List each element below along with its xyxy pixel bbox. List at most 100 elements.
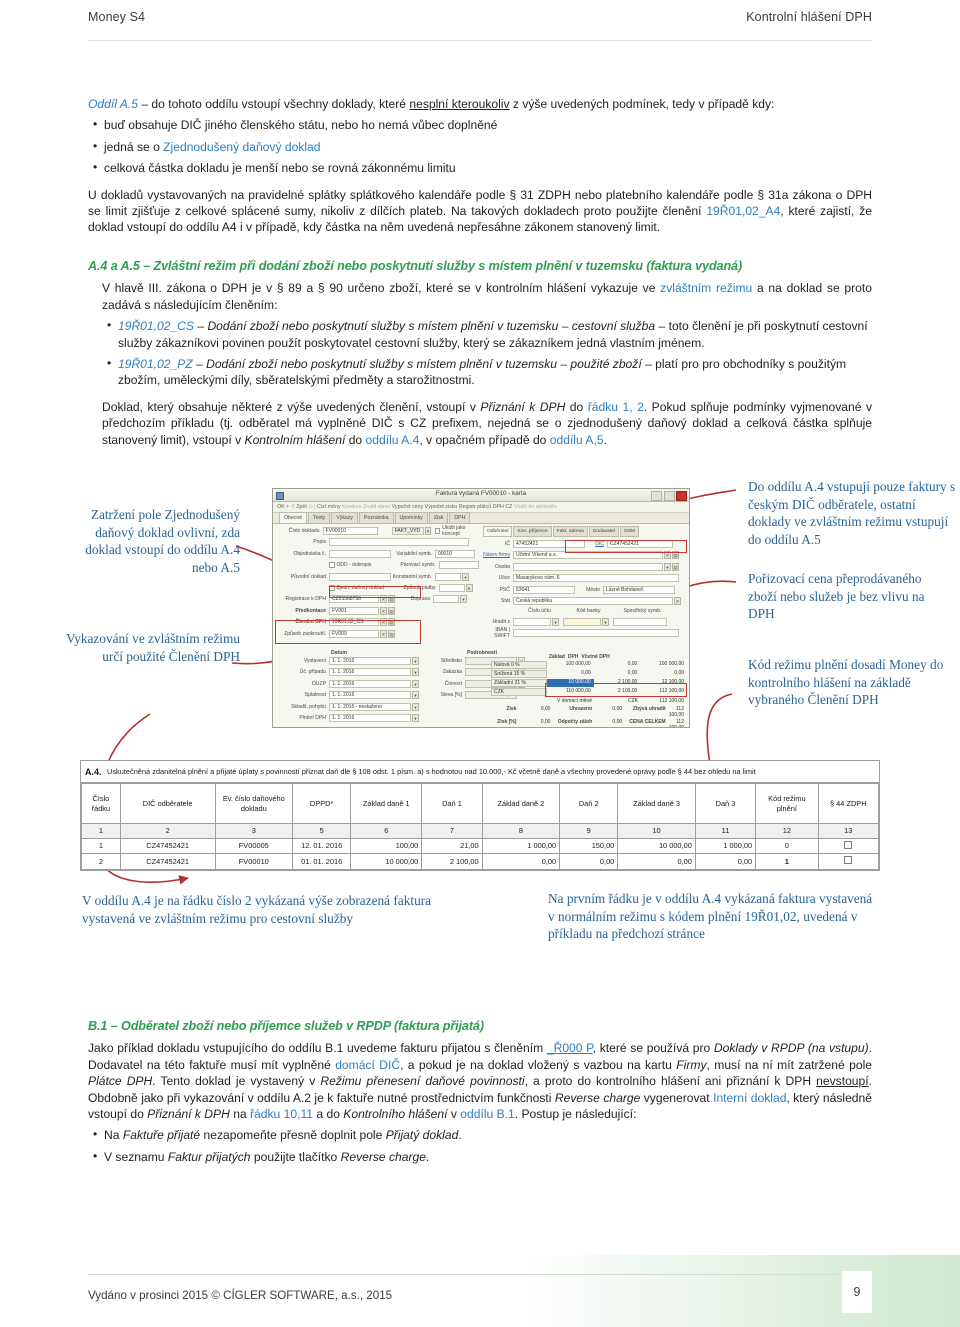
link-oddilu-a4[interactable]: oddílu A.4 xyxy=(366,433,420,447)
field-value-mesto[interactable]: Lázně Bohdaneč xyxy=(603,585,675,594)
subtab-osm[interactable]: OSM xyxy=(619,526,640,537)
field-ulice[interactable]: Ulice Masarykovo nám. 6 xyxy=(483,573,687,583)
field-value[interactable]: 1. 1. 2016 xyxy=(329,657,411,665)
field-value[interactable] xyxy=(513,629,679,638)
dropdown-icon[interactable]: ▾ xyxy=(552,617,559,626)
tab-vykazy[interactable]: Výkazy xyxy=(331,512,359,523)
vat-row-snizena[interactable]: Snížená 15 % 0,00 0,00 0,00 xyxy=(491,670,687,678)
app-tabs[interactable]: Obecné Texty Výkazy Poznámka Upomínky Zi… xyxy=(273,512,689,524)
calendar-icon[interactable]: ▾ xyxy=(412,702,419,711)
field-objednavka[interactable]: Objednávka č. Variabilní symb. 00010 xyxy=(275,549,479,559)
dropdown-icon[interactable]: ▾ xyxy=(602,617,609,626)
vat-row-nulova[interactable]: Nulová 0 % 100 000,00 0,00 100 000,00 xyxy=(491,661,687,669)
vat-rate-name[interactable]: Základní 21 % xyxy=(491,679,547,687)
field-puvodni-doklad[interactable]: Původní doklad Konstantní symb. ▾ xyxy=(275,572,479,582)
link-interni-doklad[interactable]: Interní doklad xyxy=(713,1091,786,1105)
toolbar-vlozit-do-adresare[interactable]: Vložit do adresáře xyxy=(514,504,557,510)
toolbar-cizi-meny[interactable]: Cizí měny xyxy=(317,504,341,510)
close-button[interactable] xyxy=(676,490,687,501)
link-oddilu-b1[interactable]: oddílu B.1 xyxy=(460,1107,514,1121)
field-value[interactable]: 53041 xyxy=(513,585,575,594)
minimize-button[interactable] xyxy=(651,490,662,501)
subtab-kon-prijemce[interactable]: Kon. příjemce xyxy=(513,526,552,537)
app-screenshot-invoice-card[interactable]: Faktura vydaná FV00010 - karta OK ▾ ↺ Zp… xyxy=(272,488,690,728)
field-datum-skl-pohybu[interactable]: Skladš. pohybu 1. 1. 2016 - nestaženo ▾ xyxy=(275,702,481,712)
toolbar-vypocet-ceny[interactable]: Vypočet ceny xyxy=(392,504,424,510)
field-stat[interactable]: Stát Česká republika ✕ xyxy=(483,596,687,606)
tab-upominky[interactable]: Upomínky xyxy=(394,512,428,523)
field-value[interactable]: Česká republika xyxy=(513,596,673,605)
tab-obecne[interactable]: Obecné xyxy=(279,512,308,523)
field-iban-swift[interactable]: IBAN | SWIFT xyxy=(483,627,687,639)
link-r000p[interactable]: _Ř000 P xyxy=(547,1041,593,1055)
link-zjednoduseny-doklad[interactable]: Zjednodušený daňový doklad xyxy=(163,140,320,154)
field-popis[interactable]: Popis xyxy=(275,537,479,547)
field-value[interactable]: 1. 1. 2016 - nestaženo xyxy=(329,702,411,711)
subtab-fakt-adresa[interactable]: Fakt. adresa xyxy=(552,526,588,537)
field-osoba[interactable]: Osoba ▾ ▤ xyxy=(483,562,687,572)
calendar-icon[interactable]: ▾ xyxy=(412,668,419,677)
field-value[interactable] xyxy=(329,572,391,581)
link-oddilu-a5[interactable]: oddílu A,5 xyxy=(550,433,604,447)
toolbar-ok[interactable]: OK xyxy=(277,504,285,510)
vat-rate-name[interactable]: Nulová 0 % xyxy=(491,661,547,669)
vat-currency[interactable]: CZK xyxy=(491,688,547,696)
field-psc-mesto[interactable]: PSČ 53041 Město Lázně Bohdaneč xyxy=(483,585,687,595)
checkbox-koncept[interactable] xyxy=(435,528,441,534)
field-value[interactable] xyxy=(513,617,551,626)
clear-icon[interactable]: ✕ xyxy=(424,527,432,535)
field-cislo-dokladu[interactable]: Číslo dokladu FV00010 FAKT_VYD ✕ Uložit … xyxy=(275,525,479,537)
toolbar-zrusit-slevu[interactable]: Zrušit slevu xyxy=(363,504,390,510)
field-value-kod-banky[interactable] xyxy=(563,617,601,626)
field-hradit-z[interactable]: Hradit z ▾ ▾ xyxy=(483,617,687,627)
link-zvlastni-rezim[interactable]: zvláštním režimu xyxy=(660,281,752,295)
field-value[interactable] xyxy=(438,561,479,570)
field-value[interactable] xyxy=(433,595,459,604)
field-value[interactable]: 1. 1. 2016 xyxy=(329,691,411,700)
code-19r0102-pz[interactable]: 19Ř01,02_PZ xyxy=(118,357,193,371)
partner-subtabs[interactable]: Odběratel Kon. příjemce Fakt. adresa Dod… xyxy=(483,526,687,537)
lookup-icon[interactable]: ▤ xyxy=(388,606,395,615)
tab-dph[interactable]: DPH xyxy=(449,512,471,523)
field-value[interactable] xyxy=(329,538,469,547)
lookup-icon[interactable]: ▤ xyxy=(672,562,679,571)
vat-rate-name[interactable]: Snížená 15 % xyxy=(491,670,547,678)
code-19r0102-a4[interactable]: 19Ř01,02_A4 xyxy=(706,204,780,218)
field-value[interactable] xyxy=(513,562,663,571)
field-value[interactable]: 1. 1. 2016 xyxy=(329,668,411,677)
calendar-icon[interactable]: ▾ xyxy=(412,679,419,688)
link-domaci-dic[interactable]: domácí DIČ xyxy=(335,1058,400,1072)
window-controls[interactable] xyxy=(651,490,687,501)
field-label[interactable]: Název firmy xyxy=(483,552,513,558)
toolbar-korekce[interactable]: Korekce xyxy=(342,504,361,510)
checkbox-par44[interactable] xyxy=(844,856,853,864)
field-value[interactable] xyxy=(438,583,465,592)
link-radku-10-11[interactable]: řádku 10,11 xyxy=(250,1107,313,1121)
toolbar-zpet[interactable]: Zpět xyxy=(296,504,307,510)
calendar-icon[interactable]: ▾ xyxy=(412,713,419,722)
field-doc-type[interactable]: FAKT_VYD xyxy=(391,527,424,535)
field-value[interactable]: FV00010 xyxy=(322,527,378,535)
field-predkontace[interactable]: Předkontace FV001 ✕ ▤ xyxy=(275,606,479,616)
clear-icon[interactable]: ✕ xyxy=(380,606,387,615)
tab-zisk[interactable]: Zisk xyxy=(428,512,449,523)
clear-icon[interactable]: ✕ xyxy=(674,596,681,605)
calendar-icon[interactable]: ▾ xyxy=(412,657,419,665)
calendar-icon[interactable]: ▾ xyxy=(412,691,419,700)
field-value-spec-symbol[interactable] xyxy=(613,617,667,626)
field-value[interactable]: 00010 xyxy=(435,549,475,558)
field-value[interactable]: Masarykovo nám. 6 xyxy=(513,574,679,583)
field-value[interactable] xyxy=(329,549,391,558)
field-value[interactable]: FV001 xyxy=(329,606,379,615)
field-datum-plneni-dph[interactable]: Plnění DPH 1. 1. 2016 ▾ xyxy=(275,713,481,723)
code-19r0102-cs[interactable]: 19Ř01,02_CS xyxy=(118,319,194,333)
dropdown-icon[interactable]: ▾ xyxy=(462,572,469,581)
maximize-button[interactable] xyxy=(663,490,675,501)
field-value[interactable]: 1. 1. 2016 xyxy=(329,713,411,722)
toolbar-registr-platcu[interactable]: Registr plátců DPH CZ xyxy=(459,504,513,510)
tab-texty[interactable]: Texty xyxy=(308,512,331,523)
dropdown-icon[interactable]: ▾ xyxy=(460,595,467,604)
dropdown-icon[interactable]: ▾ xyxy=(465,583,473,592)
subtab-dodavatel[interactable]: Dodavatel xyxy=(588,526,619,537)
toolbar-vypocet-zisku[interactable]: Výpočet zisku xyxy=(425,504,458,510)
